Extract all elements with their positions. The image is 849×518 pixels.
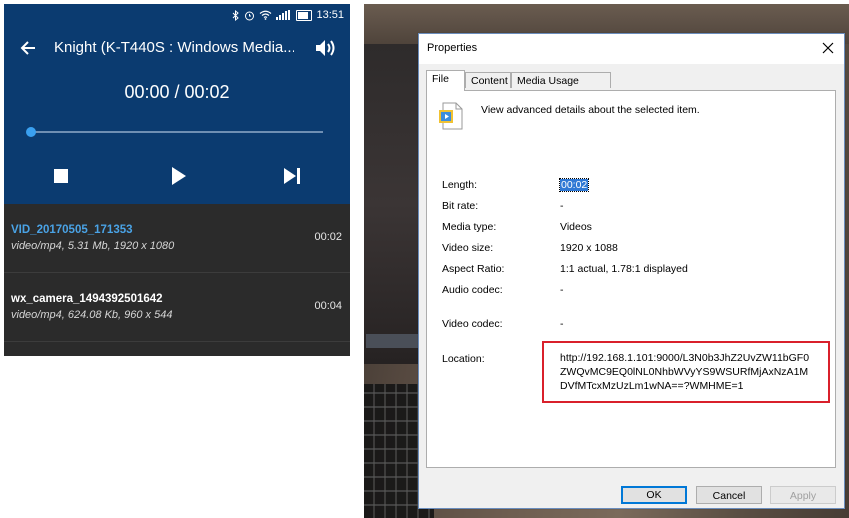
properties-dialog: Properties File Content Media Usage Righ… — [418, 33, 845, 509]
aspect-ratio-label: Aspect Ratio: — [442, 263, 505, 275]
cancel-button[interactable]: Cancel — [696, 486, 762, 504]
file-tab-panel: View advanced details about the selected… — [426, 90, 836, 468]
video-codec-value: - — [560, 318, 564, 330]
location-label: Location: — [442, 353, 485, 365]
signal-icon — [276, 10, 291, 20]
audio-codec-label: Audio codec: — [442, 284, 503, 296]
battery-icon — [296, 9, 313, 21]
video-list: VID_20170505_171353 video/mp4, 5.31 Mb, … — [4, 204, 350, 342]
video-codec-label: Video codec: — [442, 318, 503, 330]
status-bar: 13:51 — [232, 7, 344, 23]
ok-button[interactable]: OK — [621, 486, 687, 504]
video-duration: 00:02 — [314, 231, 342, 243]
video-name: VID_20170505_171353 — [11, 224, 133, 236]
volume-icon[interactable] — [314, 38, 338, 58]
bitrate-label: Bit rate: — [442, 200, 479, 212]
status-time: 13:51 — [316, 9, 344, 21]
video-meta: video/mp4, 624.08 Kb, 960 x 544 — [11, 309, 173, 321]
player-header: 13:51 Knight (K-T440S : Windows Media...… — [4, 4, 350, 204]
tab-media-usage-rights[interactable]: Media Usage Rights — [511, 72, 611, 103]
seek-bar[interactable] — [26, 127, 323, 137]
seek-thumb[interactable] — [26, 127, 36, 137]
audio-codec-value: - — [560, 284, 564, 296]
alarm-icon — [245, 11, 255, 20]
stop-icon[interactable] — [48, 164, 74, 188]
player-title: Knight (K-T440S : Windows Media... — [54, 39, 294, 56]
dialog-titlebar[interactable]: Properties — [419, 34, 844, 64]
back-arrow-icon[interactable] — [18, 38, 38, 58]
video-size-label: Video size: — [442, 242, 494, 254]
tab-file[interactable]: File — [426, 70, 465, 91]
phone-screen: 13:51 Knight (K-T440S : Windows Media...… — [4, 4, 350, 356]
wifi-icon — [260, 10, 272, 20]
video-name: wx_camera_1494392501642 — [11, 293, 163, 305]
aspect-ratio-value: 1:1 actual, 1.78:1 displayed — [560, 263, 688, 275]
tab-content[interactable]: Content — [465, 72, 511, 88]
play-icon[interactable] — [165, 164, 191, 188]
media-type-value: Videos — [560, 221, 592, 233]
video-size-value: 1920 x 1088 — [560, 242, 618, 254]
photo-monitor — [364, 44, 424, 364]
video-file-icon — [439, 102, 463, 130]
bluetooth-icon — [233, 9, 240, 21]
bitrate-value: - — [560, 200, 564, 212]
length-value[interactable]: 00:02 — [558, 178, 590, 192]
photo-taskbar — [366, 334, 422, 348]
video-meta: video/mp4, 5.31 Mb, 1920 x 1080 — [11, 240, 175, 252]
video-list-item[interactable]: VID_20170505_171353 video/mp4, 5.31 Mb, … — [4, 204, 350, 273]
skip-next-icon[interactable] — [279, 164, 305, 188]
video-list-item[interactable]: wx_camera_1494392501642 video/mp4, 624.0… — [4, 273, 350, 342]
media-type-label: Media type: — [442, 221, 497, 233]
length-label: Length: — [442, 179, 478, 191]
location-value[interactable]: http://192.168.1.101:9000/L3N0b3JhZ2UvZW… — [560, 351, 810, 393]
video-duration: 00:04 — [314, 300, 342, 312]
dialog-title: Properties — [427, 42, 478, 54]
apply-button[interactable]: Apply — [770, 486, 836, 504]
playback-time: 00:00 / 00:02 — [124, 82, 230, 102]
close-icon[interactable] — [818, 38, 838, 58]
dialog-description: View advanced details about the selected… — [481, 104, 700, 116]
